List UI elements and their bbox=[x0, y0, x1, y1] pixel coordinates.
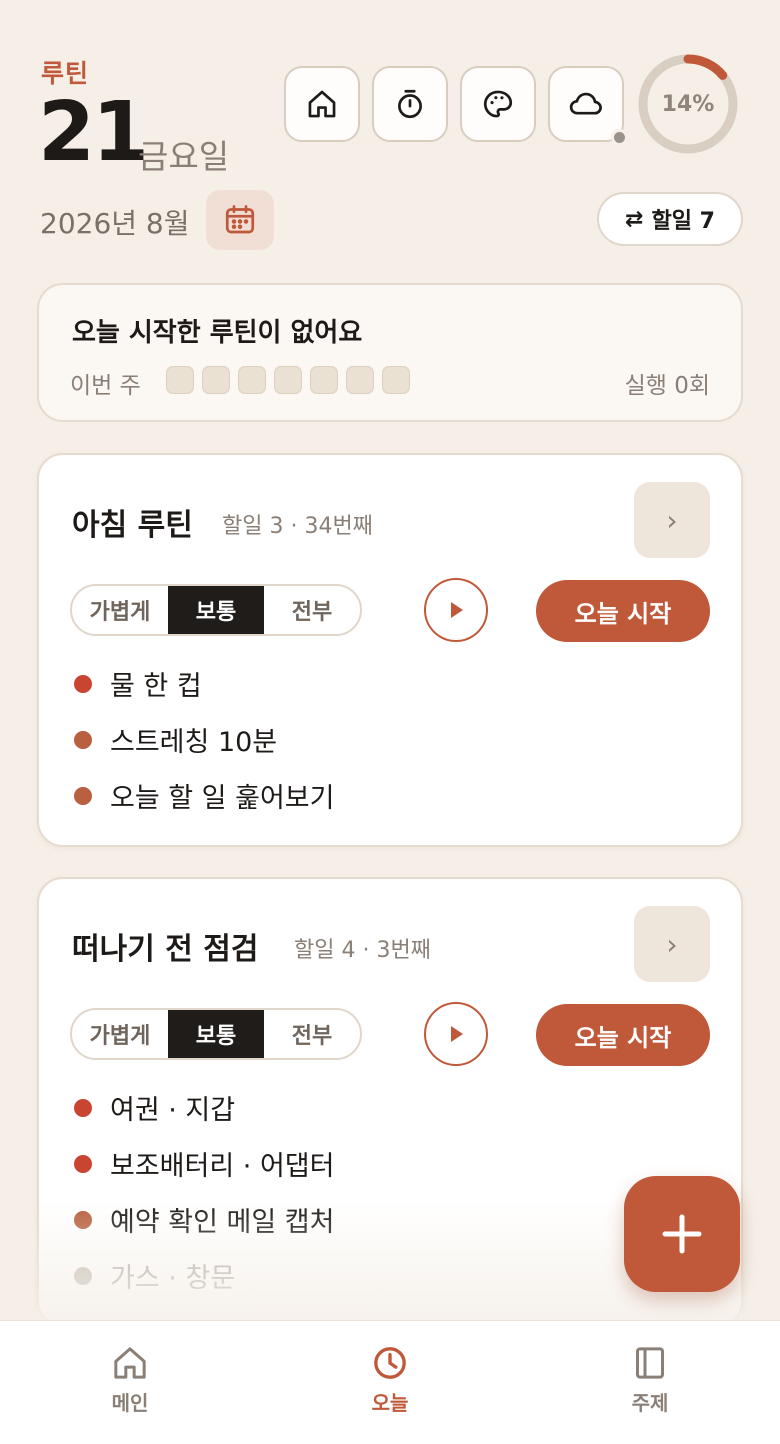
nav-label: 오늘 bbox=[371, 1391, 409, 1415]
play-icon bbox=[451, 602, 463, 618]
item-bullet bbox=[74, 786, 92, 805]
calendar-icon bbox=[225, 205, 255, 234]
progress-label: 14% bbox=[661, 91, 715, 117]
mode-selector[interactable]: 가볍게 보통 전부 bbox=[70, 1008, 362, 1060]
routine-meta: 할일 4 · 3번째 bbox=[294, 938, 431, 963]
routine-detail-button[interactable]: › bbox=[634, 482, 710, 558]
mode-all[interactable]: 전부 bbox=[264, 1010, 360, 1058]
play-button[interactable] bbox=[424, 578, 488, 642]
item-label: 오늘 할 일 훑어보기 bbox=[110, 783, 335, 814]
status-title: 오늘 시작한 루틴이 없어요 bbox=[72, 318, 363, 348]
item-label: 물 한 컵 bbox=[110, 671, 202, 702]
item-bullet bbox=[74, 1098, 92, 1117]
week-day-dot bbox=[346, 366, 374, 394]
calendar-button[interactable] bbox=[206, 190, 274, 250]
nav-item-today[interactable]: 오늘 bbox=[260, 1321, 520, 1444]
item-bullet bbox=[74, 730, 92, 749]
routine-item[interactable]: 보조배터리 · 어댑터 bbox=[74, 1144, 334, 1183]
palette-icon bbox=[483, 90, 513, 118]
item-label: 보조배터리 · 어댑터 bbox=[110, 1151, 335, 1182]
timer-icon bbox=[398, 89, 422, 119]
routine-item[interactable]: 물 한 컵 bbox=[74, 664, 202, 703]
item-label: 예약 확인 메일 캡처 bbox=[110, 1207, 335, 1238]
nav-item-topics[interactable]: 주제 bbox=[520, 1321, 780, 1444]
routine-title: 아침 루틴 bbox=[72, 508, 193, 543]
item-label: 여권 · 지갑 bbox=[110, 1095, 236, 1126]
play-button[interactable] bbox=[424, 1002, 488, 1066]
mode-normal[interactable]: 보통 bbox=[168, 1010, 264, 1058]
routine-item[interactable]: 가스 · 창문 bbox=[74, 1256, 235, 1295]
clock-icon bbox=[374, 1347, 406, 1379]
cloud-icon bbox=[569, 92, 602, 115]
todo-count-button[interactable]: ⇄ 할일 7 bbox=[597, 192, 743, 246]
timer-button[interactable] bbox=[372, 66, 448, 142]
start-today-button[interactable]: 오늘 시작 bbox=[536, 580, 710, 642]
routine-item[interactable]: 여권 · 지갑 bbox=[74, 1088, 235, 1127]
mode-light[interactable]: 가볍게 bbox=[72, 1010, 168, 1058]
item-bullet bbox=[74, 674, 92, 693]
weekday-label: 금요일 bbox=[138, 137, 230, 176]
sync-status-dot bbox=[611, 129, 628, 146]
routine-title: 떠나기 전 점검 bbox=[72, 932, 259, 967]
today-status-card bbox=[37, 283, 743, 422]
palette-button[interactable] bbox=[460, 66, 536, 142]
nav-item-main[interactable]: 메인 bbox=[0, 1321, 260, 1444]
book-icon bbox=[636, 1347, 664, 1379]
week-day-dot bbox=[274, 366, 302, 394]
start-today-button[interactable]: 오늘 시작 bbox=[536, 1004, 710, 1066]
add-routine-button[interactable] bbox=[624, 1176, 740, 1292]
routine-item[interactable]: 스트레칭 10분 bbox=[74, 720, 277, 759]
mode-normal[interactable]: 보통 bbox=[168, 586, 264, 634]
routine-meta: 할일 3 · 34번째 bbox=[222, 514, 373, 539]
play-icon bbox=[451, 1026, 463, 1042]
week-day-dot bbox=[382, 366, 410, 394]
mode-selector[interactable]: 가볍게 보통 전부 bbox=[70, 584, 362, 636]
nav-label: 메인 bbox=[111, 1391, 149, 1415]
item-bullet bbox=[74, 1154, 92, 1173]
home-icon bbox=[114, 1347, 146, 1379]
bottom-nav: 메인 오늘 주제 bbox=[0, 1320, 780, 1444]
home-icon bbox=[308, 90, 336, 118]
mode-light[interactable]: 가볍게 bbox=[72, 586, 168, 634]
item-label: 스트레칭 10분 bbox=[110, 727, 278, 758]
week-progress bbox=[166, 366, 410, 394]
week-day-dot bbox=[166, 366, 194, 394]
nav-label: 주제 bbox=[631, 1391, 669, 1415]
todo-count-label: 할일 7 bbox=[651, 209, 715, 234]
item-bullet bbox=[74, 1266, 92, 1285]
home-button[interactable] bbox=[284, 66, 360, 142]
year-month-label: 2026년 8월 bbox=[40, 207, 190, 240]
chevron-right-icon: › bbox=[666, 503, 678, 537]
routine-item[interactable]: 예약 확인 메일 캡처 bbox=[74, 1200, 334, 1239]
item-label: 가스 · 창문 bbox=[110, 1263, 236, 1294]
mode-all[interactable]: 전부 bbox=[264, 586, 360, 634]
week-day-dot bbox=[238, 366, 266, 394]
week-day-dot bbox=[202, 366, 230, 394]
routine-detail-button[interactable]: › bbox=[634, 906, 710, 982]
plus-icon bbox=[662, 1214, 702, 1254]
week-day-dot bbox=[310, 366, 338, 394]
item-bullet bbox=[74, 1210, 92, 1229]
routine-item[interactable]: 오늘 할 일 훑어보기 bbox=[74, 776, 334, 815]
week-label: 이번 주 bbox=[70, 373, 141, 399]
day-number: 21 bbox=[38, 85, 149, 180]
swap-icon: ⇄ bbox=[625, 206, 644, 232]
chevron-right-icon: › bbox=[666, 927, 678, 961]
runs-count-label: 실행 0회 bbox=[624, 373, 710, 399]
